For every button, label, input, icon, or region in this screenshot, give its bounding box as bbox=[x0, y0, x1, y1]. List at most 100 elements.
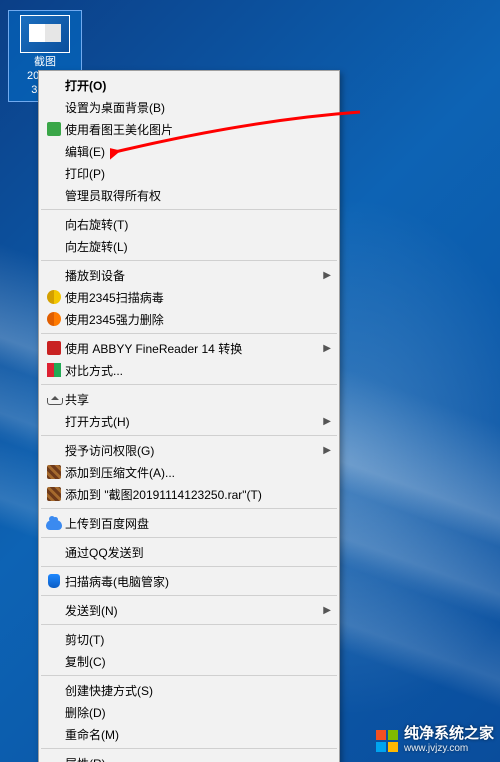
menu-item-label: 播放到设备 bbox=[65, 267, 319, 284]
submenu-arrow-icon: ▶ bbox=[323, 416, 331, 427]
submenu-arrow-icon: ▶ bbox=[323, 445, 331, 456]
menu-item[interactable]: 授予访问权限(G) ▶ bbox=[39, 439, 339, 461]
menu-item[interactable]: 重命名(M) bbox=[39, 723, 339, 745]
menu-item-label: 属性(R) bbox=[65, 755, 331, 762]
menu-separator bbox=[41, 260, 337, 261]
abbyy-icon bbox=[47, 341, 61, 355]
sec-icon bbox=[48, 574, 60, 588]
menu-item[interactable]: 属性(R) bbox=[39, 752, 339, 762]
menu-item[interactable]: 打开方式(H) ▶ bbox=[39, 410, 339, 432]
menu-item[interactable]: 上传到百度网盘 bbox=[39, 512, 339, 534]
menu-item-label: 使用2345强力删除 bbox=[65, 311, 331, 328]
no-icon-slot bbox=[43, 99, 65, 115]
ic-shield-y-slot bbox=[43, 289, 65, 305]
no-icon-slot bbox=[43, 602, 65, 618]
menu-item[interactable]: 播放到设备 ▶ bbox=[39, 264, 339, 286]
no-icon-slot bbox=[43, 726, 65, 742]
menu-item[interactable]: 使用 ABBYY FineReader 14 转换 ▶ bbox=[39, 337, 339, 359]
image-thumbnail bbox=[20, 15, 70, 53]
menu-item-label: 打开(O) bbox=[65, 77, 331, 94]
menu-separator bbox=[41, 209, 337, 210]
menu-item-label: 打开方式(H) bbox=[65, 413, 319, 430]
menu-item-label: 编辑(E) bbox=[65, 143, 331, 160]
submenu-arrow-icon: ▶ bbox=[323, 605, 331, 616]
menu-item[interactable]: 设置为桌面背景(B) bbox=[39, 96, 339, 118]
menu-item-label: 删除(D) bbox=[65, 704, 331, 721]
no-icon-slot bbox=[43, 682, 65, 698]
menu-item[interactable]: 通过QQ发送到 bbox=[39, 541, 339, 563]
no-icon-slot bbox=[43, 165, 65, 181]
menu-item-label: 授予访问权限(G) bbox=[65, 442, 319, 459]
menu-item-label: 添加到压缩文件(A)... bbox=[65, 464, 331, 481]
ic-rar-slot bbox=[43, 486, 65, 502]
menu-item[interactable]: 共享 bbox=[39, 388, 339, 410]
menu-item-label: 打印(P) bbox=[65, 165, 331, 182]
cloud-icon bbox=[46, 520, 62, 530]
menu-separator bbox=[41, 675, 337, 676]
menu-item-label: 共享 bbox=[65, 391, 331, 408]
menu-item[interactable]: 添加到压缩文件(A)... bbox=[39, 461, 339, 483]
diff-icon bbox=[47, 363, 61, 377]
menu-item[interactable]: 打印(P) bbox=[39, 162, 339, 184]
menu-item[interactable]: 扫描病毒(电脑管家) bbox=[39, 570, 339, 592]
no-icon-slot bbox=[43, 755, 65, 762]
menu-item-label: 重命名(M) bbox=[65, 726, 331, 743]
no-icon-slot bbox=[43, 187, 65, 203]
menu-item[interactable]: 使用2345强力删除 bbox=[39, 308, 339, 330]
no-icon-slot bbox=[43, 704, 65, 720]
menu-item-label: 对比方式... bbox=[65, 362, 331, 379]
ic-share-slot bbox=[43, 391, 65, 407]
menu-separator bbox=[41, 435, 337, 436]
ic-rar-slot bbox=[43, 464, 65, 480]
menu-item[interactable]: 对比方式... bbox=[39, 359, 339, 381]
menu-item[interactable]: 管理员取得所有权 bbox=[39, 184, 339, 206]
menu-item[interactable]: 删除(D) bbox=[39, 701, 339, 723]
no-icon-slot bbox=[43, 544, 65, 560]
menu-item-label: 剪切(T) bbox=[65, 631, 331, 648]
menu-item[interactable]: 创建快捷方式(S) bbox=[39, 679, 339, 701]
menu-item-label: 上传到百度网盘 bbox=[65, 515, 331, 532]
menu-item[interactable]: 使用看图王美化图片 bbox=[39, 118, 339, 140]
ic-shield-o-slot bbox=[43, 311, 65, 327]
menu-separator bbox=[41, 624, 337, 625]
no-icon-slot bbox=[43, 216, 65, 232]
menu-item-label: 使用看图王美化图片 bbox=[65, 121, 331, 138]
menu-item[interactable]: 打开(O) bbox=[39, 74, 339, 96]
menu-item[interactable]: 发送到(N) ▶ bbox=[39, 599, 339, 621]
no-icon-slot bbox=[43, 442, 65, 458]
ic-sec-slot bbox=[43, 573, 65, 589]
ic-green-slot bbox=[43, 121, 65, 137]
no-icon-slot bbox=[43, 413, 65, 429]
no-icon-slot bbox=[43, 631, 65, 647]
menu-item-label: 发送到(N) bbox=[65, 602, 319, 619]
ic-diff-slot bbox=[43, 362, 65, 378]
menu-item[interactable]: 剪切(T) bbox=[39, 628, 339, 650]
menu-item[interactable]: 复制(C) bbox=[39, 650, 339, 672]
no-icon-slot bbox=[43, 238, 65, 254]
menu-item[interactable]: 使用2345扫描病毒 bbox=[39, 286, 339, 308]
rar-icon bbox=[47, 465, 61, 479]
menu-separator bbox=[41, 333, 337, 334]
menu-item-label: 添加到 "截图20191114123250.rar"(T) bbox=[65, 486, 331, 503]
ic-abbyy-slot bbox=[43, 340, 65, 356]
menu-item-label: 创建快捷方式(S) bbox=[65, 682, 331, 699]
menu-separator bbox=[41, 595, 337, 596]
watermark-url: www.jvjzy.com bbox=[404, 741, 494, 756]
menu-separator bbox=[41, 748, 337, 749]
desktop: 截图 201911 325... 打开(O)设置为桌面背景(B)使用看图王美化图… bbox=[0, 0, 500, 762]
menu-item-label: 扫描病毒(电脑管家) bbox=[65, 573, 331, 590]
no-icon-slot bbox=[43, 267, 65, 283]
menu-item[interactable]: 编辑(E) bbox=[39, 140, 339, 162]
menu-item-label: 向左旋转(L) bbox=[65, 238, 331, 255]
submenu-arrow-icon: ▶ bbox=[323, 270, 331, 281]
menu-item[interactable]: 向右旋转(T) bbox=[39, 213, 339, 235]
menu-item-label: 复制(C) bbox=[65, 653, 331, 670]
menu-item-label: 通过QQ发送到 bbox=[65, 544, 331, 561]
submenu-arrow-icon: ▶ bbox=[323, 343, 331, 354]
menu-item[interactable]: 向左旋转(L) bbox=[39, 235, 339, 257]
menu-item-label: 使用 ABBYY FineReader 14 转换 bbox=[65, 340, 319, 357]
watermark-logo-icon bbox=[376, 730, 398, 752]
menu-separator bbox=[41, 508, 337, 509]
no-icon-slot bbox=[43, 653, 65, 669]
menu-item[interactable]: 添加到 "截图20191114123250.rar"(T) bbox=[39, 483, 339, 505]
